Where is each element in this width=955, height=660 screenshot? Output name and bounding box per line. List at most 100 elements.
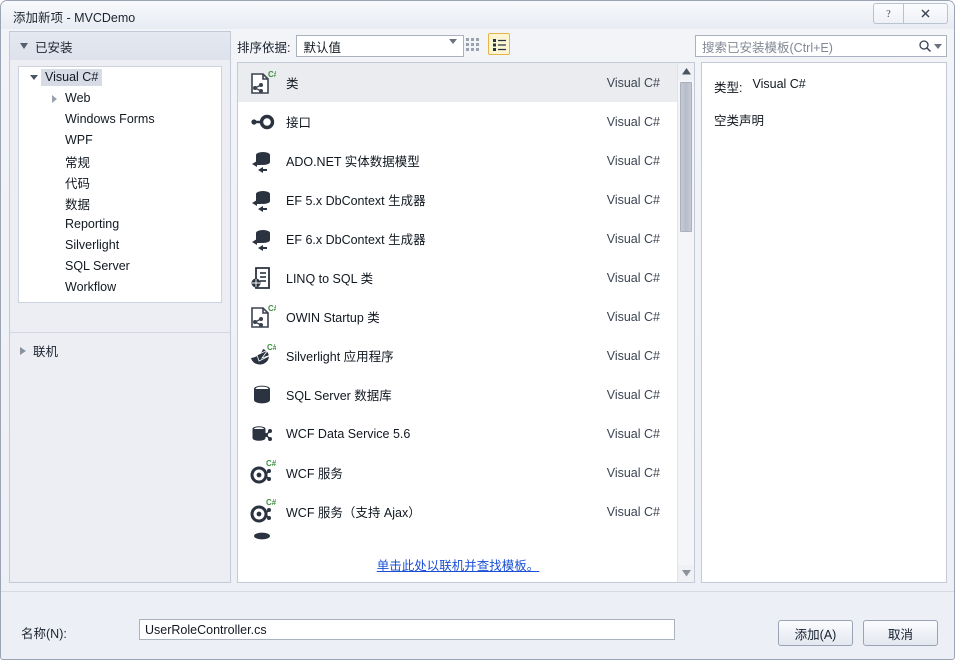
wcf-service-icon: C# — [246, 496, 278, 528]
detail-type-row: 类型: Visual C# — [714, 77, 934, 96]
template-list-scrollbar[interactable] — [677, 63, 694, 582]
template-row-ef-5x-dbcontext[interactable]: EF 5.x DbContext 生成器 Visual C# — [238, 180, 678, 219]
view-mode-toggles — [461, 33, 510, 55]
template-row-ado-net-entity-model[interactable]: ADO.NET 实体数据模型 Visual C# — [238, 141, 678, 180]
template-row-wcf-service-ajax[interactable]: C# WCF 服务（支持 Ajax） Visual C# — [238, 492, 678, 531]
add-button[interactable]: 添加(A) — [778, 620, 853, 646]
close-icon — [921, 9, 930, 18]
template-row-partial[interactable] — [238, 531, 678, 543]
tree-item-general[interactable]: 常规 — [19, 151, 221, 172]
sort-bar: 排序依据: 默认值 — [237, 35, 465, 58]
template-list: C# 类 Visual C# 接口 — [237, 62, 695, 583]
tree-item-label: 常规 — [65, 155, 91, 170]
template-language: Visual C# — [606, 348, 660, 363]
template-row-wcf-data-service[interactable]: WCF Data Service 5.6 Visual C# — [238, 414, 678, 453]
silverlight-icon: C# — [246, 340, 278, 372]
template-row-ef-6x-dbcontext[interactable]: EF 6.x DbContext 生成器 Visual C# — [238, 219, 678, 258]
database-model-icon — [246, 145, 278, 177]
search-box[interactable]: 搜索已安装模板(Ctrl+E) — [695, 35, 947, 57]
template-language: Visual C# — [606, 270, 660, 285]
cancel-button[interactable]: 取消 — [863, 620, 938, 646]
svg-text:C#: C# — [267, 343, 276, 352]
template-language: Visual C# — [606, 192, 660, 207]
scroll-up-button[interactable] — [678, 63, 694, 80]
template-name: OWIN Startup 类 — [286, 311, 380, 325]
svg-text:C#: C# — [268, 304, 276, 313]
list-view-icon — [492, 38, 506, 51]
scrollbar-thumb[interactable] — [680, 82, 692, 232]
template-name: EF 5.x DbContext 生成器 — [286, 194, 426, 208]
sort-value: 默认值 — [303, 40, 341, 55]
template-name: LINQ to SQL 类 — [286, 272, 374, 286]
installed-section-header[interactable]: 已安装 — [10, 32, 230, 60]
template-row-linq-to-sql[interactable]: LINQ to SQL 类 Visual C# — [238, 258, 678, 297]
tree-item-windows-forms[interactable]: Windows Forms — [19, 109, 221, 130]
category-tree: Visual C# Web Windows Forms WPF 常规 代码 数据… — [18, 66, 222, 303]
list-view-button[interactable] — [488, 33, 510, 55]
help-button[interactable]: ? — [873, 3, 904, 24]
linq-sql-icon — [246, 262, 278, 294]
close-button[interactable] — [904, 3, 948, 24]
tree-item-reporting[interactable]: Reporting — [19, 214, 221, 235]
template-name: WCF Data Service 5.6 — [286, 426, 411, 441]
tree-item-workflow[interactable]: Workflow — [19, 277, 221, 298]
online-section-header[interactable]: 联机 — [20, 341, 58, 360]
template-language: Visual C# — [606, 309, 660, 324]
template-row-owin-startup-class[interactable]: C# OWIN Startup 类 Visual C# — [238, 297, 678, 336]
triangle-down-icon — [681, 570, 691, 577]
search-input[interactable]: 搜索已安装模板(Ctrl+E) — [696, 37, 918, 56]
name-input[interactable]: UserRoleController.cs — [139, 619, 675, 640]
database-icon — [246, 531, 278, 543]
tree-item-label: Workflow — [65, 280, 117, 294]
scroll-down-button[interactable] — [678, 565, 694, 582]
wcf-data-icon — [246, 418, 278, 450]
template-row-silverlight-application[interactable]: C# Silverlight 应用程序 Visual C# — [238, 336, 678, 375]
template-list-scroll-area: C# 类 Visual C# 接口 — [238, 63, 678, 547]
tree-item-label: 代码 — [65, 176, 91, 191]
tree-item-label: Reporting — [65, 217, 120, 231]
chevron-down-icon[interactable] — [934, 43, 942, 49]
name-input-value: UserRoleController.cs — [145, 622, 267, 637]
template-name: ADO.NET 实体数据模型 — [286, 155, 420, 169]
template-name: Silverlight 应用程序 — [286, 350, 394, 364]
database-icon — [246, 379, 278, 411]
chevron-right-icon — [47, 94, 61, 103]
csharp-class-icon: C# — [246, 67, 278, 99]
tree-item-code[interactable]: 代码 — [19, 172, 221, 193]
template-row-interface[interactable]: 接口 Visual C# — [238, 102, 678, 141]
dialog-body: 已安装 Visual C# Web Windows Forms WPF 常规 代… — [1, 29, 954, 659]
template-language: Visual C# — [606, 426, 660, 441]
dialog-action-buttons: 添加(A) 取消 — [778, 620, 938, 646]
question-mark-icon: ? — [886, 9, 891, 19]
template-name: WCF 服务 — [286, 467, 343, 481]
template-row-class[interactable]: C# 类 Visual C# — [238, 63, 678, 102]
detail-type-value: Visual C# — [752, 77, 806, 91]
template-name: EF 6.x DbContext 生成器 — [286, 233, 426, 247]
template-language: Visual C# — [606, 504, 660, 519]
title-bar-buttons: ? — [873, 3, 948, 24]
template-row-wcf-service[interactable]: C# WCF 服务 Visual C# — [238, 453, 678, 492]
svg-text:?: ? — [886, 9, 891, 19]
sidebar: 已安装 Visual C# Web Windows Forms WPF 常规 代… — [9, 31, 231, 583]
tree-item-sql-server[interactable]: SQL Server — [19, 256, 221, 277]
tree-item-label: Visual C# — [41, 69, 103, 86]
tree-item-label: Windows Forms — [65, 112, 155, 126]
tree-item-data[interactable]: 数据 — [19, 193, 221, 214]
add-new-item-dialog: 添加新项 - MVCDemo ? 已安装 Visual C# Web Windo… — [0, 0, 955, 660]
database-model-icon — [246, 223, 278, 255]
template-row-sql-server-database[interactable]: SQL Server 数据库 Visual C# — [238, 375, 678, 414]
svg-text:C#: C# — [268, 70, 276, 79]
find-online-templates-link[interactable]: 单击此处以联机并查找模板。 — [377, 555, 540, 574]
template-language: Visual C# — [606, 231, 660, 246]
name-field-label: 名称(N): — [21, 627, 67, 641]
tree-item-web[interactable]: Web — [19, 88, 221, 109]
detail-type-label: 类型: — [714, 81, 743, 95]
tree-item-silverlight[interactable]: Silverlight — [19, 235, 221, 256]
template-language: Visual C# — [606, 387, 660, 402]
grid-view-button[interactable] — [461, 33, 483, 55]
template-name: WCF 服务（支持 Ajax） — [286, 506, 421, 520]
tree-item-visual-csharp[interactable]: Visual C# — [19, 67, 221, 88]
tree-item-wpf[interactable]: WPF — [19, 130, 221, 151]
sort-dropdown[interactable]: 默认值 — [296, 35, 465, 58]
tree-item-label: SQL Server — [65, 259, 130, 273]
